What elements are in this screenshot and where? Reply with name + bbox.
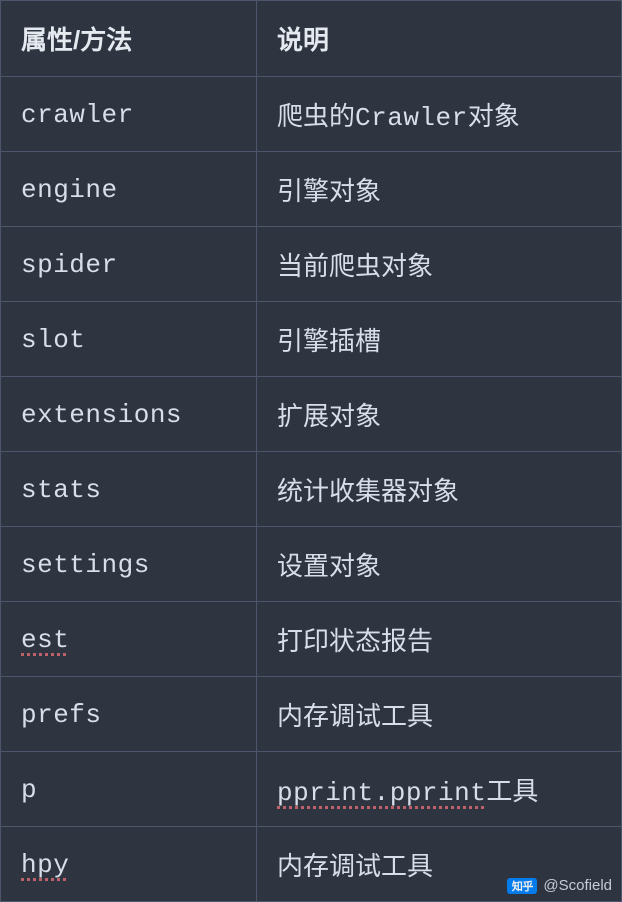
table-row: prefs 内存调试工具 [1,677,622,752]
cell-key: slot [1,302,257,377]
table-header-row: 属性/方法 说明 [1,1,622,77]
cell-key: prefs [1,677,257,752]
table-row: p pprint.pprint工具 [1,752,622,827]
watermark: 知乎 @Scofield [507,877,612,894]
key-text: stats [21,475,102,505]
desc-text: 打印状态报告 [277,626,433,656]
desc-text: 内存调试工具 [277,851,433,881]
cell-key: est [1,602,257,677]
desc-text: 爬虫的 [277,101,355,131]
desc-text: 扩展对象 [277,401,381,431]
desc-mono-text: Crawler [355,103,468,133]
attributes-table-container: 属性/方法 说明 crawler 爬虫的Crawler对象 engine 引擎对象 sp… [0,0,622,900]
cell-desc: 扩展对象 [257,377,622,452]
key-text: extensions [21,400,182,430]
cell-key: crawler [1,77,257,152]
zhihu-icon: 知乎 [507,878,537,894]
table-row: extensions 扩展对象 [1,377,622,452]
desc-text: 对象 [468,101,520,131]
cell-desc: pprint.pprint工具 [257,752,622,827]
key-text: est [21,625,69,655]
key-text: crawler [21,100,134,130]
table-row: crawler 爬虫的Crawler对象 [1,77,622,152]
cell-key: p [1,752,257,827]
cell-desc: 统计收集器对象 [257,452,622,527]
desc-text: 当前爬虫对象 [277,251,433,281]
key-text: settings [21,550,150,580]
cell-key: settings [1,527,257,602]
table-row: slot 引擎插槽 [1,302,622,377]
table-row: stats 统计收集器对象 [1,452,622,527]
desc-text: 设置对象 [277,551,381,581]
cell-key: engine [1,152,257,227]
attributes-table: 属性/方法 说明 crawler 爬虫的Crawler对象 engine 引擎对象 sp… [0,0,622,902]
key-text: hpy [21,850,69,880]
cell-desc: 设置对象 [257,527,622,602]
cell-key: spider [1,227,257,302]
watermark-text: @Scofield [543,877,612,894]
key-text: slot [21,325,85,355]
cell-desc: 打印状态报告 [257,602,622,677]
key-text: p [21,775,37,805]
cell-desc: 内存调试工具 [257,677,622,752]
table-row: est 打印状态报告 [1,602,622,677]
desc-mono-text: pprint.pprint [277,778,486,808]
table-row: settings 设置对象 [1,527,622,602]
key-text: spider [21,250,118,280]
cell-desc: 引擎插槽 [257,302,622,377]
desc-text: 引擎对象 [277,176,381,206]
header-desc: 说明 [257,1,622,77]
key-text: engine [21,175,118,205]
desc-text: 统计收集器对象 [277,476,459,506]
desc-text: 内存调试工具 [277,701,433,731]
cell-key: hpy [1,827,257,902]
header-key: 属性/方法 [1,1,257,77]
key-text: prefs [21,700,102,730]
cell-desc: 引擎对象 [257,152,622,227]
table-row: engine 引擎对象 [1,152,622,227]
desc-text: 引擎插槽 [277,326,381,356]
cell-desc: 爬虫的Crawler对象 [257,77,622,152]
table-row: spider 当前爬虫对象 [1,227,622,302]
cell-key: stats [1,452,257,527]
cell-key: extensions [1,377,257,452]
desc-text: 工具 [486,776,538,806]
cell-desc: 当前爬虫对象 [257,227,622,302]
